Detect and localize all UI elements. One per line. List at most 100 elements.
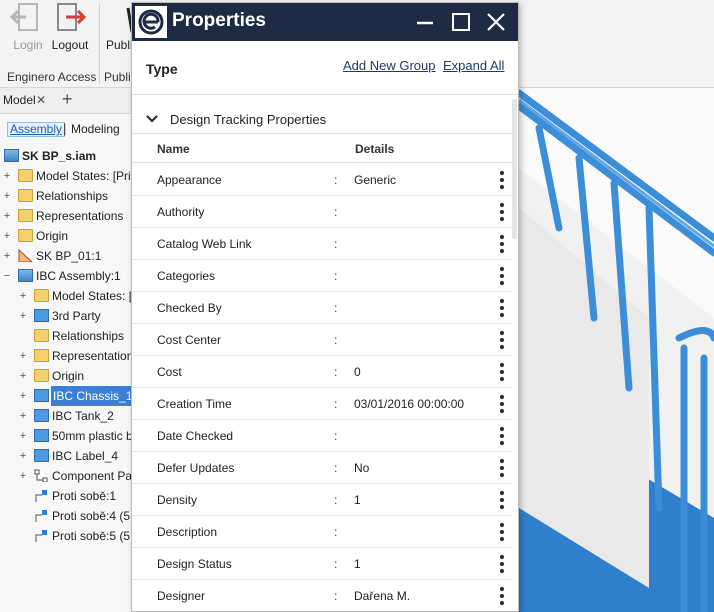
- more-options-icon[interactable]: [498, 555, 506, 573]
- publish-button[interactable]: Publi: [104, 2, 134, 56]
- property-row[interactable]: Creation Time: 03/01/2016 00:00:00: [132, 388, 512, 420]
- constraint-icon: [35, 510, 47, 522]
- expand-icon[interactable]: +: [2, 166, 12, 186]
- minimize-icon[interactable]: [412, 9, 438, 35]
- tree-item-label: Model States: [Prim: [36, 169, 141, 183]
- property-row[interactable]: Appearance: Generic: [132, 164, 512, 196]
- more-options-icon[interactable]: [498, 203, 506, 221]
- tree-item-label: SK BP_01:1: [36, 249, 102, 263]
- property-separator: :: [334, 237, 338, 251]
- expand-icon[interactable]: +: [18, 466, 28, 486]
- tab-model[interactable]: Model: [3, 93, 36, 107]
- property-name: Authority: [157, 205, 205, 219]
- property-separator: :: [334, 493, 338, 507]
- property-row[interactable]: Authority:: [132, 196, 512, 228]
- more-options-icon[interactable]: [498, 491, 506, 509]
- representations-icon: [34, 349, 49, 362]
- property-name: Categories: [157, 269, 216, 283]
- more-options-icon[interactable]: [498, 171, 506, 189]
- property-name: Defer Updates: [157, 461, 235, 475]
- property-row[interactable]: Catalog Web Link:: [132, 228, 512, 260]
- constraint-icon: [35, 530, 47, 542]
- publish-label: Publi: [106, 38, 133, 52]
- property-row[interactable]: Density: 1: [132, 484, 512, 516]
- more-options-icon[interactable]: [498, 267, 506, 285]
- model-browser: Model ✕ + Assembly | Modeling SK BP_s.ia…: [0, 88, 142, 612]
- constraint-icon: [35, 490, 47, 502]
- mode-assembly[interactable]: Assembly: [7, 122, 66, 137]
- expand-icon[interactable]: +: [18, 286, 28, 306]
- expand-icon[interactable]: +: [18, 386, 28, 406]
- maximize-icon[interactable]: [448, 9, 474, 35]
- tree-item-label: IBC Chassis_1: [49, 385, 136, 407]
- column-name: Name: [157, 142, 190, 156]
- tab-close-icon[interactable]: ✕: [36, 93, 46, 107]
- more-options-icon[interactable]: [498, 299, 506, 317]
- property-value[interactable]: Generic: [354, 173, 396, 187]
- property-row[interactable]: Categories:: [132, 260, 512, 292]
- more-options-icon[interactable]: [498, 235, 506, 253]
- tree-item-label: Proti sobě:1: [52, 489, 117, 503]
- add-new-group-link[interactable]: Add New Group: [343, 58, 436, 73]
- expand-icon[interactable]: +: [2, 186, 12, 206]
- add-tab-icon[interactable]: +: [62, 89, 73, 110]
- property-value[interactable]: 1: [354, 557, 361, 571]
- dialog-title-bar[interactable]: Properties: [132, 3, 518, 41]
- property-row[interactable]: Designer: Dařena M.: [132, 580, 512, 611]
- property-name: Description: [157, 525, 218, 539]
- property-value[interactable]: No: [354, 461, 369, 475]
- expand-icon[interactable]: +: [18, 406, 28, 426]
- more-options-icon[interactable]: [498, 427, 506, 445]
- property-value[interactable]: 0: [354, 365, 361, 379]
- property-separator: :: [334, 333, 338, 347]
- model-viewport[interactable]: [519, 88, 714, 612]
- property-name: Appearance: [157, 173, 222, 187]
- scrollbar[interactable]: [512, 99, 517, 239]
- property-value[interactable]: Dařena M.: [354, 589, 410, 603]
- collapse-icon[interactable]: −: [2, 266, 12, 286]
- logout-icon: [57, 3, 87, 31]
- expand-icon[interactable]: +: [18, 306, 28, 326]
- logout-button[interactable]: Logout: [46, 2, 94, 56]
- logout-label: Logout: [51, 38, 89, 52]
- column-details: Details: [355, 142, 395, 156]
- more-options-icon[interactable]: [498, 523, 506, 541]
- tree-item-label: Model States: [P: [52, 289, 141, 303]
- login-button[interactable]: Login: [4, 2, 52, 56]
- ribbon-group-publish: Publi: [104, 70, 131, 84]
- property-row[interactable]: Cost Center:: [132, 324, 512, 356]
- more-options-icon[interactable]: [498, 587, 506, 605]
- property-row[interactable]: Design Status: 1: [132, 548, 512, 580]
- expand-icon[interactable]: +: [2, 206, 12, 226]
- mode-modeling[interactable]: Modeling: [71, 122, 120, 136]
- sketch-part-icon: [18, 249, 33, 262]
- property-separator: :: [334, 301, 338, 315]
- property-row[interactable]: Defer Updates: No: [132, 452, 512, 484]
- expand-icon[interactable]: +: [18, 366, 28, 386]
- property-name: Density: [157, 493, 198, 507]
- more-options-icon[interactable]: [498, 395, 506, 413]
- property-value[interactable]: 1: [354, 493, 361, 507]
- expand-icon[interactable]: +: [2, 226, 12, 246]
- expand-icon[interactable]: +: [18, 446, 28, 466]
- more-options-icon[interactable]: [498, 363, 506, 381]
- property-value[interactable]: 03/01/2016 00:00:00: [354, 397, 464, 411]
- property-row[interactable]: Checked By:: [132, 292, 512, 324]
- mode-divider: |: [63, 121, 67, 136]
- group-design-tracking[interactable]: Design Tracking Properties: [132, 107, 512, 133]
- expand-all-link[interactable]: Expand All: [443, 58, 504, 73]
- expand-icon[interactable]: +: [18, 426, 28, 446]
- tree-item-label: IBC Label_4: [52, 449, 119, 463]
- property-row[interactable]: Cost: 0: [132, 356, 512, 388]
- more-options-icon[interactable]: [498, 331, 506, 349]
- expand-icon[interactable]: +: [18, 346, 28, 366]
- property-row[interactable]: Date Checked:: [132, 420, 512, 452]
- close-icon[interactable]: [483, 9, 509, 35]
- tree-item-label: 3rd Party: [52, 309, 101, 323]
- property-name: Creation Time: [157, 397, 232, 411]
- property-row[interactable]: Description:: [132, 516, 512, 548]
- expand-icon[interactable]: +: [2, 246, 12, 266]
- more-options-icon[interactable]: [498, 459, 506, 477]
- property-separator: :: [334, 429, 338, 443]
- folder-icon: [34, 329, 49, 342]
